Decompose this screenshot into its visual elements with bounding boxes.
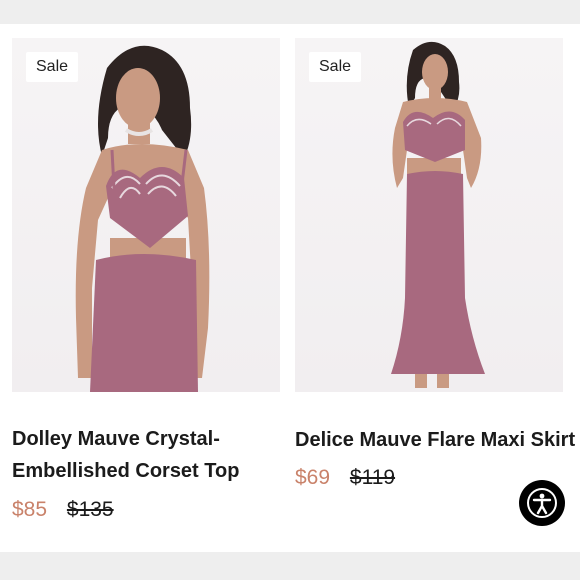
original-price: $119 [349,466,396,489]
product-card-2[interactable]: Sale Delice Mauve Flare Maxi Skirt $69 $… [295,38,575,489]
model-photo [391,41,485,388]
sale-badge: Sale [309,52,362,82]
accessibility-icon [527,488,557,518]
accessibility-button[interactable] [519,480,565,526]
price-row: $69 $119 [295,466,395,490]
sale-price: $85 [12,498,48,521]
sale-badge: Sale [26,52,79,82]
price-row: $85 $135 [12,498,114,522]
model-photo [75,45,210,392]
product-image-maxi-skirt[interactable]: Sale [295,38,563,392]
product-title[interactable]: Delice Mauve Flare Maxi Skirt [295,424,580,456]
product-card-1[interactable]: Sale Dolley Mauve Crystal-Embellished Co… [12,38,280,521]
top-strip [0,0,580,24]
sale-price: $69 [295,466,331,489]
original-price: $135 [66,498,114,521]
product-title[interactable]: Dolley Mauve Crystal-Embellished Corset … [12,423,280,487]
product-image-corset-top[interactable]: Sale [12,38,280,392]
bottom-strip [0,552,580,580]
